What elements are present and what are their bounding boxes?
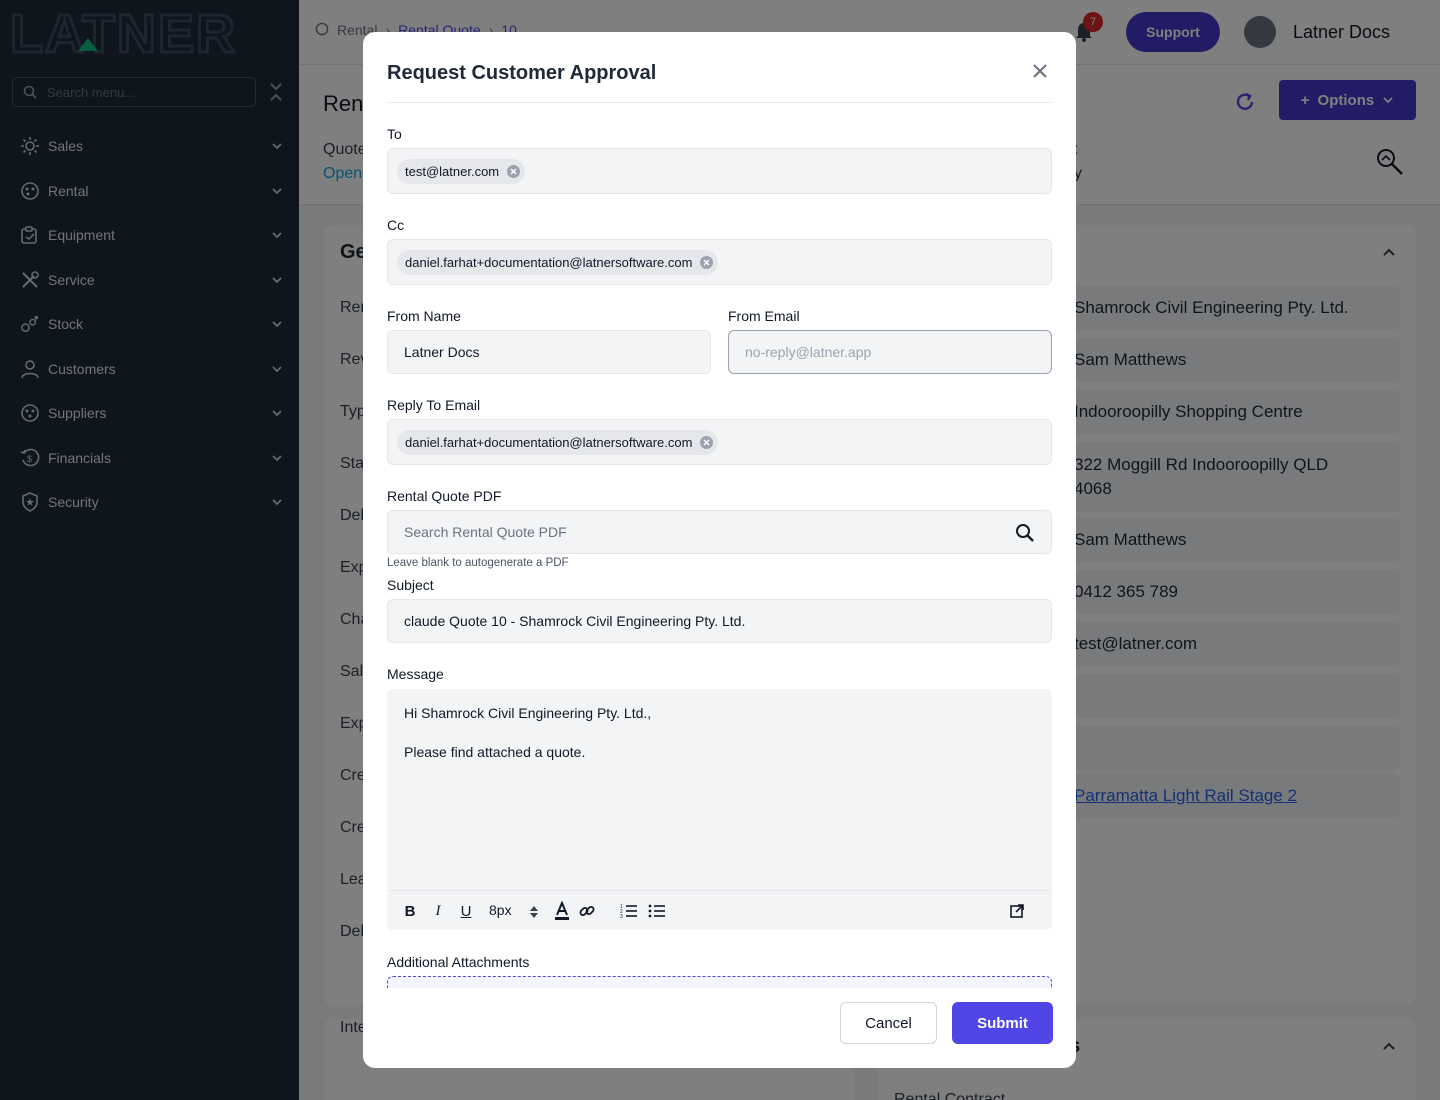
pdf-help-text: Leave blank to autogenerate a PDF xyxy=(387,557,569,569)
reply-to-field[interactable]: daniel.farhat+documentation@latnersoftwa… xyxy=(387,419,1052,465)
open-external-icon[interactable] xyxy=(1007,901,1027,921)
email-chip: test@latner.com xyxy=(397,159,526,184)
link-icon[interactable] xyxy=(577,901,597,921)
divider xyxy=(387,102,1052,103)
request-approval-modal: Request Customer Approval To test@latner… xyxy=(363,32,1076,1068)
svg-text:3: 3 xyxy=(620,914,623,919)
pdf-search-input[interactable]: Search Rental Quote PDF xyxy=(387,510,1052,554)
chip-label: test@latner.com xyxy=(405,164,500,179)
pdf-search-placeholder: Search Rental Quote PDF xyxy=(404,524,567,540)
chip-label: daniel.farhat+documentation@latnersoftwa… xyxy=(405,435,693,450)
submit-button[interactable]: Submit xyxy=(952,1002,1053,1044)
message-label: Message xyxy=(387,666,444,682)
italic-icon[interactable]: I xyxy=(428,901,448,921)
chip-label: daniel.farhat+documentation@latnersoftwa… xyxy=(405,255,693,270)
message-line: Hi Shamrock Civil Engineering Pty. Ltd., xyxy=(404,705,652,721)
cc-label: Cc xyxy=(387,217,405,233)
to-label: To xyxy=(387,126,402,142)
email-chip: daniel.farhat+documentation@latnersoftwa… xyxy=(397,430,719,455)
underline-icon[interactable]: U xyxy=(456,901,476,921)
to-field[interactable]: test@latner.com xyxy=(387,148,1052,194)
email-chip: daniel.farhat+documentation@latnersoftwa… xyxy=(397,250,719,275)
from-name-label: From Name xyxy=(387,308,461,324)
search-icon[interactable] xyxy=(1015,523,1035,543)
ordered-list-icon[interactable]: 123 xyxy=(619,901,639,921)
reply-to-label: Reply To Email xyxy=(387,397,481,413)
subject-label: Subject xyxy=(387,577,434,593)
font-size-select[interactable]: 8px xyxy=(489,902,512,918)
cancel-button[interactable]: Cancel xyxy=(840,1002,937,1044)
attachments-dropzone[interactable] xyxy=(387,976,1052,988)
remove-chip-icon[interactable] xyxy=(700,436,714,449)
cc-field[interactable]: daniel.farhat+documentation@latnersoftwa… xyxy=(387,239,1052,285)
from-email-label: From Email xyxy=(728,308,800,324)
remove-chip-icon[interactable] xyxy=(507,165,521,178)
from-email-input[interactable]: no-reply@latner.app xyxy=(728,330,1052,374)
from-name-input[interactable]: Latner Docs xyxy=(387,330,711,374)
text-color-icon[interactable] xyxy=(552,901,572,921)
editor-toolbar: B I U 8px 123 xyxy=(388,890,1051,930)
message-editor[interactable]: Hi Shamrock Civil Engineering Pty. Ltd.,… xyxy=(387,689,1052,930)
sort-icon[interactable] xyxy=(529,905,539,919)
bold-icon[interactable]: B xyxy=(400,901,420,921)
remove-chip-icon[interactable] xyxy=(700,256,714,269)
attachments-label: Additional Attachments xyxy=(387,954,530,970)
subject-input[interactable]: claude Quote 10 - Shamrock Civil Enginee… xyxy=(387,599,1052,643)
close-icon[interactable] xyxy=(1031,62,1049,80)
modal-title: Request Customer Approval xyxy=(387,62,657,84)
pdf-label: Rental Quote PDF xyxy=(387,488,502,504)
bullet-list-icon[interactable] xyxy=(647,901,667,921)
message-line: Please find attached a quote. xyxy=(404,744,586,760)
